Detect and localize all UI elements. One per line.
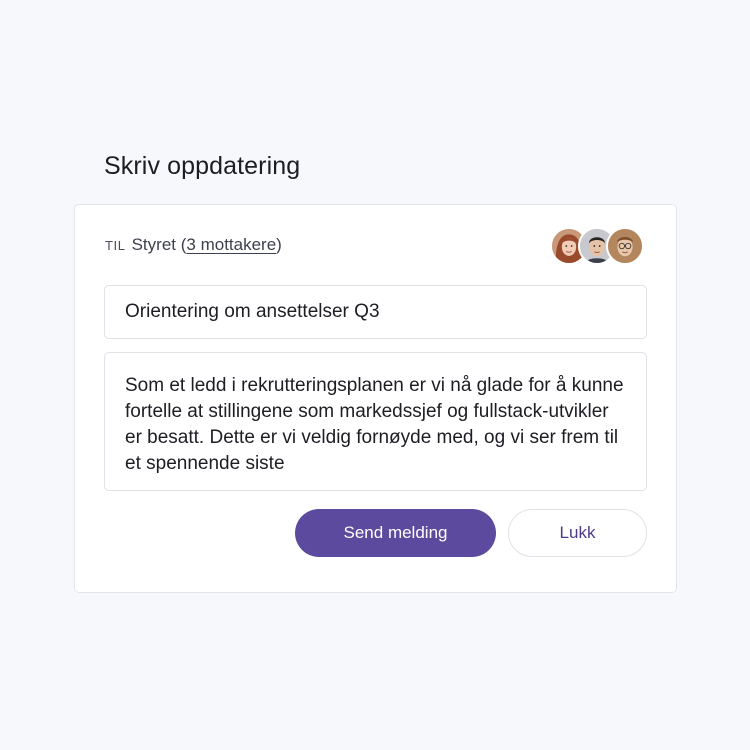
recipients-count-link[interactable]: 3 mottakere	[186, 235, 276, 254]
recipient-group-name: Styret	[131, 235, 176, 254]
message-body[interactable]: Som et ledd i rekrutteringsplanen er vi …	[104, 352, 647, 491]
recipient-avatars[interactable]	[550, 227, 644, 265]
avatar-man-glasses	[606, 227, 644, 265]
close-paren: )	[276, 235, 282, 254]
recipient-group: Styret (3 mottakere)	[132, 235, 282, 255]
recipient-row: TIL Styret (3 mottakere)	[105, 235, 282, 255]
send-message-button[interactable]: Send melding	[295, 509, 496, 557]
page-title: Skriv oppdatering	[104, 152, 301, 180]
to-prefix: TIL	[105, 238, 126, 253]
compose-card: TIL Styret (3 mottakere) Orientering om …	[74, 204, 677, 593]
subject-input[interactable]	[104, 285, 647, 339]
close-button[interactable]: Lukk	[508, 509, 647, 557]
